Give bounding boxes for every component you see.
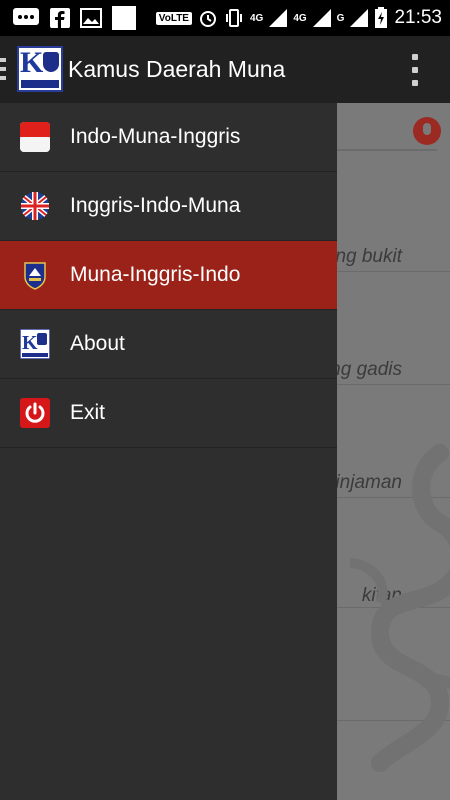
network-type-3: G [336, 12, 345, 24]
mic-icon[interactable] [413, 117, 441, 145]
vibrate-icon [225, 9, 242, 27]
drawer-item-muna-inggris-indo[interactable]: Muna-Inggris-Indo [0, 241, 337, 310]
alarm-icon [199, 11, 216, 27]
network-type-2: 4G [293, 12, 307, 24]
messages-icon [13, 8, 39, 25]
row-divider [337, 271, 450, 272]
uk-flag-icon [21, 192, 49, 220]
notification-square-icon [112, 6, 136, 30]
drawer-item-label: Inggris-Indo-Muna [70, 194, 241, 217]
indonesia-flag-icon [20, 122, 50, 152]
app-title: Kamus Daerah Muna [68, 56, 286, 82]
clock: 21:53 [394, 7, 442, 28]
volte-badge: VoLTE [155, 11, 192, 25]
row-divider [337, 384, 450, 385]
signal-icon-3 [350, 9, 369, 27]
search-underline [337, 149, 437, 151]
overflow-menu-icon[interactable] [410, 54, 420, 86]
signal-icon-1 [269, 9, 288, 27]
power-icon [20, 398, 50, 428]
drawer-item-label: Muna-Inggris-Indo [70, 263, 241, 286]
status-bar: VoLTE 4G 4G G 21:53 [0, 0, 450, 36]
signal-icon-2 [312, 9, 331, 27]
drawer-item-inggris-indo-muna[interactable]: Inggris-Indo-Muna [0, 172, 337, 241]
drawer-item-label: Indo-Muna-Inggris [70, 125, 241, 148]
ornament-watermark-icon [349, 444, 450, 772]
battery-charging-icon [375, 7, 388, 28]
drawer-item-exit[interactable]: Exit [0, 379, 337, 448]
muna-emblem-icon [24, 262, 46, 290]
svg-text:K: K [22, 332, 38, 354]
facebook-icon [50, 8, 70, 28]
app-logo-icon: K [20, 329, 50, 359]
navigation-drawer: Indo-Muna-Inggris Inggris-Indo-Muna Muna… [0, 103, 337, 800]
drawer-item-indo-muna-inggris[interactable]: Indo-Muna-Inggris [0, 103, 337, 172]
drawer-item-label: About [70, 332, 125, 355]
app-bar: K Kamus Daerah Muna [0, 36, 450, 103]
network-type-1: 4G [249, 12, 264, 24]
drawer-item-about[interactable]: K About [0, 310, 337, 379]
app-logo-icon: K [17, 46, 63, 92]
drawer-item-label: Exit [70, 401, 106, 424]
gallery-icon [80, 8, 102, 28]
drawer-toggle-icon[interactable] [0, 58, 6, 80]
